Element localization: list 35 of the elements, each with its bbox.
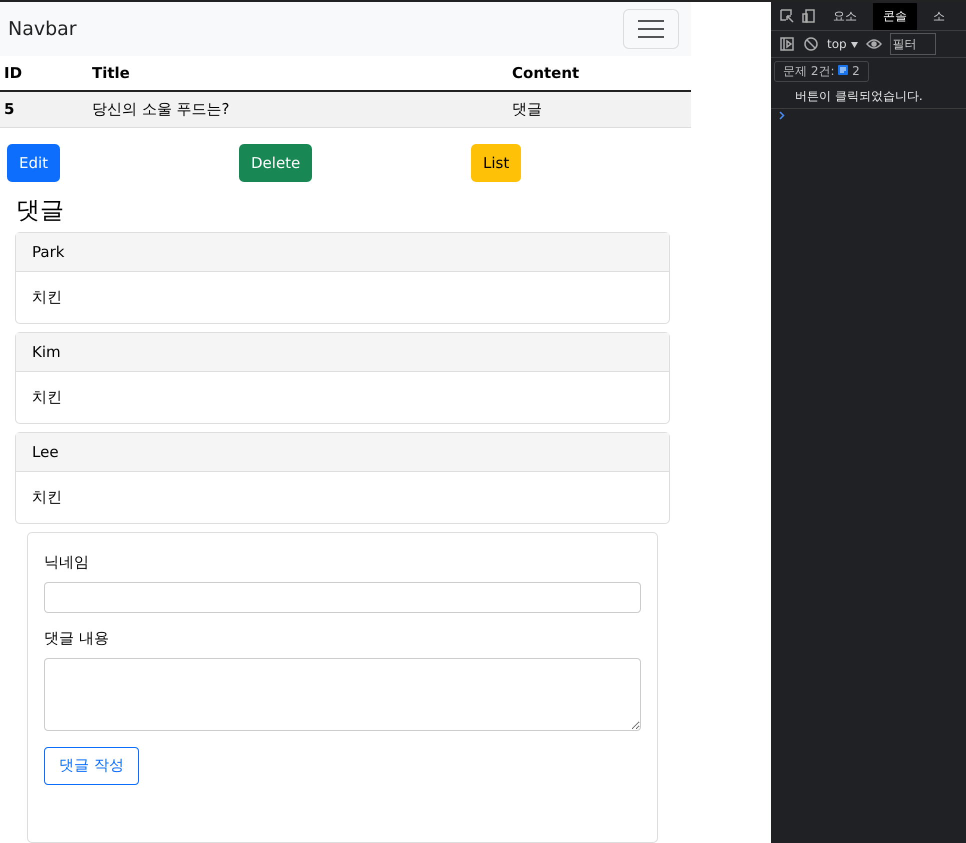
comment-text: 치킨 bbox=[31, 386, 63, 408]
table-cell: 5 bbox=[0, 90, 88, 128]
issues-badge[interactable]: 문제 2건: 2 bbox=[774, 61, 869, 82]
comment-field[interactable] bbox=[44, 658, 641, 731]
device-icon[interactable] bbox=[801, 8, 817, 24]
prompt-icon[interactable] bbox=[779, 111, 785, 120]
inspect-icon[interactable] bbox=[779, 8, 795, 24]
devtools-tab[interactable]: 요소 bbox=[823, 2, 867, 30]
action-button[interactable]: Delete bbox=[239, 144, 312, 182]
field-label: 닉네임 bbox=[44, 552, 90, 572]
caret-icon bbox=[850, 42, 858, 48]
menu-button[interactable] bbox=[623, 8, 679, 49]
nickname-field[interactable] bbox=[44, 582, 641, 613]
submit-button[interactable]: 댓글 작성 bbox=[44, 746, 139, 785]
message-icon bbox=[838, 65, 848, 75]
comment-author: Park bbox=[16, 232, 669, 272]
table-cell: 댓글 bbox=[508, 90, 691, 128]
devtools-tab[interactable]: 소 bbox=[923, 2, 955, 30]
comment-author: Kim bbox=[16, 332, 669, 372]
comment-text: 치킨 bbox=[31, 286, 63, 308]
table-cell: 당신의 소울 푸드는? bbox=[88, 90, 508, 128]
comment-text: 치킨 bbox=[31, 486, 63, 508]
devtools-tab[interactable]: 콘솔 bbox=[873, 2, 917, 30]
navbar-brand[interactable]: Navbar bbox=[8, 18, 77, 40]
console-message: 버튼이 클릭되었습니다. bbox=[771, 85, 966, 109]
field-label: 댓글 내용 bbox=[44, 628, 110, 648]
action-button[interactable]: List bbox=[471, 144, 522, 182]
action-button[interactable]: Edit bbox=[7, 144, 60, 182]
clear-icon[interactable] bbox=[803, 36, 819, 52]
comment-author: Lee bbox=[16, 432, 669, 472]
context-selector[interactable]: top bbox=[827, 37, 858, 51]
menu-icon bbox=[638, 18, 664, 39]
filter-field[interactable]: 필터 bbox=[890, 33, 936, 55]
comments-heading: 댓글 bbox=[16, 194, 65, 226]
sidebar-icon[interactable] bbox=[779, 36, 795, 52]
